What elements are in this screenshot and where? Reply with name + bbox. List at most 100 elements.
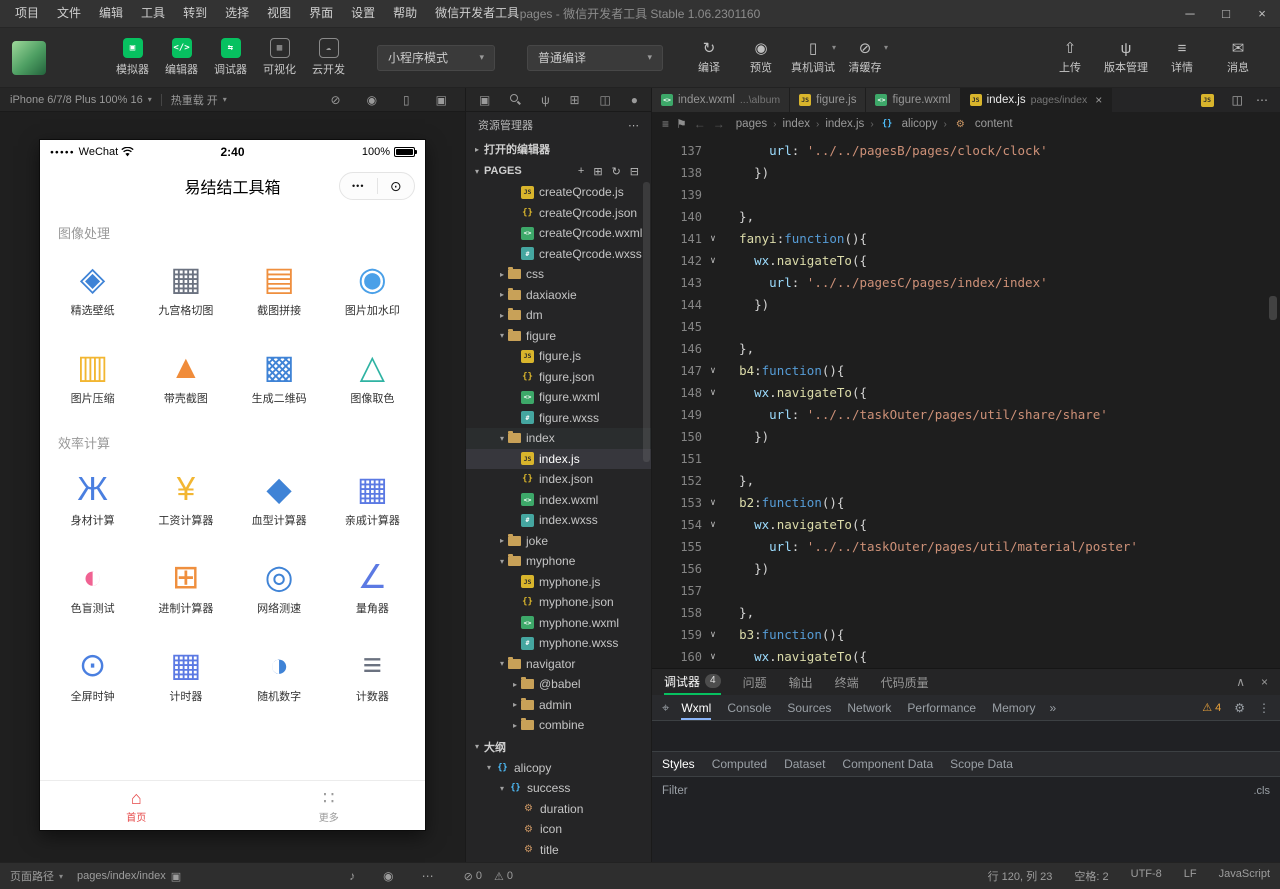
code-line[interactable]: 143 url: '../../pagesC/pages/index/index…: [652, 272, 1280, 294]
outline-item[interactable]: ▾{}alicopy: [466, 758, 651, 779]
toolbar-action-button[interactable]: ψ版本管理: [1100, 40, 1152, 75]
editor-tab[interactable]: <>figure.wxml: [866, 88, 960, 112]
close-button[interactable]: ×: [1244, 0, 1280, 27]
grid-item[interactable]: ◐色盲测试: [46, 542, 139, 630]
editor-scrollbar[interactable]: [1269, 296, 1277, 320]
code-line[interactable]: 148∨ wx.navigateTo({: [652, 382, 1280, 404]
toolbar-mode-button[interactable]: ☁云开发: [306, 38, 351, 77]
debugger-tab[interactable]: 代码质量: [881, 669, 929, 695]
device-select[interactable]: iPhone 6/7/8 Plus 100% 16 ▾: [10, 94, 152, 106]
devtools-tab[interactable]: Wxml: [681, 695, 711, 720]
problems-indicator[interactable]: ⊘ 0 ⚠ 0: [464, 870, 513, 883]
tree-file[interactable]: <>index.wxml: [466, 490, 651, 511]
grid-item[interactable]: Ж身材计算: [46, 454, 139, 542]
devtools-menu-icon[interactable]: ⋮: [1258, 701, 1270, 715]
tree-file[interactable]: #index.wxss: [466, 510, 651, 531]
menu-item[interactable]: 帮助: [384, 0, 426, 27]
fold-icon[interactable]: ∨: [702, 624, 724, 646]
explorer-scrollbar[interactable]: [643, 182, 650, 462]
menu-item[interactable]: 转到: [174, 0, 216, 27]
code-line[interactable]: 137 url: '../../pagesB/pages/clock/clock…: [652, 140, 1280, 162]
grid-item[interactable]: ◑随机数字: [233, 630, 326, 718]
grid-item[interactable]: ▤截图拼接: [233, 244, 326, 332]
grid-item[interactable]: ≡计数器: [326, 630, 419, 718]
editor-tab[interactable]: JSindex.jspages/index×: [961, 88, 1113, 112]
tree-folder[interactable]: ▸css: [466, 264, 651, 285]
grid-item[interactable]: ◈精选壁纸: [46, 244, 139, 332]
grid-item[interactable]: ▩生成二维码: [233, 332, 326, 420]
new-file-icon[interactable]: +: [578, 165, 584, 178]
grid-item[interactable]: ▲带壳截图: [139, 332, 232, 420]
grid-item[interactable]: ¥工资计算器: [139, 454, 232, 542]
code-line[interactable]: 154∨ wx.navigateTo({: [652, 514, 1280, 536]
collapse-panel-icon[interactable]: ∧: [1236, 675, 1245, 689]
styles-panel-tab[interactable]: Styles: [662, 757, 695, 771]
menu-item[interactable]: 选择: [216, 0, 258, 27]
extensions-icon[interactable]: ⊞: [570, 93, 580, 107]
styles-panel-tab[interactable]: Computed: [712, 757, 767, 771]
toolbar-action-button[interactable]: ✉消息: [1212, 40, 1264, 75]
tree-file[interactable]: JSmyphone.js: [466, 572, 651, 593]
forward-icon[interactable]: →: [713, 117, 725, 131]
debugger-tab[interactable]: 终端: [835, 669, 859, 695]
tree-file[interactable]: {}index.json: [466, 469, 651, 490]
new-folder-icon[interactable]: ⊞: [593, 165, 602, 178]
grid-item[interactable]: ▥图片压缩: [46, 332, 139, 420]
devtools-tab[interactable]: Network: [847, 695, 891, 720]
grid-item[interactable]: ◎网络测速: [233, 542, 326, 630]
breadcrumb-item[interactable]: index: [782, 118, 810, 130]
maximize-button[interactable]: □: [1208, 0, 1244, 27]
devtools-tab[interactable]: Performance: [907, 695, 976, 720]
fold-icon[interactable]: ∨: [702, 228, 724, 250]
grid-item[interactable]: ∠量角器: [326, 542, 419, 630]
code-line[interactable]: 153∨ b2:function(){: [652, 492, 1280, 514]
window-icon[interactable]: ◫: [599, 93, 610, 107]
tree-file[interactable]: #myphone.wxss: [466, 633, 651, 654]
warning-counter[interactable]: ⚠ 4: [1202, 701, 1221, 714]
record-icon[interactable]: ◉: [367, 93, 377, 107]
rotate-icon[interactable]: ▯: [403, 93, 410, 107]
capsule-more-button[interactable]: •••: [340, 181, 377, 191]
tree-folder[interactable]: ▸dm: [466, 305, 651, 326]
toolbar-action-button[interactable]: ▯真机调试▾: [787, 40, 839, 75]
status-item[interactable]: UTF-8: [1131, 868, 1162, 884]
grid-item[interactable]: ◆血型计算器: [233, 454, 326, 542]
files-icon[interactable]: ▣: [479, 93, 490, 107]
mute-icon[interactable]: ⊘: [331, 93, 341, 107]
code-line[interactable]: 140 },: [652, 206, 1280, 228]
code-line[interactable]: 141∨ fanyi:function(){: [652, 228, 1280, 250]
tree-folder[interactable]: ▾figure: [466, 326, 651, 347]
code-line[interactable]: 149 url: '../../taskOuter/pages/util/sha…: [652, 404, 1280, 426]
code-line[interactable]: 147∨ b4:function(){: [652, 360, 1280, 382]
toolbar-mode-button[interactable]: </>编辑器: [159, 38, 204, 77]
grid-item[interactable]: ◉图片加水印: [326, 244, 419, 332]
multi-window-icon[interactable]: ▣: [436, 93, 447, 107]
tree-folder[interactable]: ▾navigator: [466, 654, 651, 675]
tree-folder[interactable]: ▸admin: [466, 695, 651, 716]
grid-item[interactable]: ⊞进制计算器: [139, 542, 232, 630]
fold-icon[interactable]: ∨: [702, 360, 724, 382]
toolbar-action-button[interactable]: ⇧上传: [1044, 40, 1096, 75]
sound-icon[interactable]: ♪: [349, 869, 355, 883]
outline-item[interactable]: ▾{}success: [466, 778, 651, 799]
menu-item[interactable]: 项目: [6, 0, 48, 27]
cls-button[interactable]: .cls: [1254, 785, 1271, 797]
bookmark-icon[interactable]: ⚑: [676, 117, 687, 131]
close-tab-icon[interactable]: ×: [1095, 93, 1102, 107]
breadcrumb-item[interactable]: index.js: [825, 118, 864, 130]
debugger-tab[interactable]: 输出: [789, 669, 813, 695]
menu-item[interactable]: 编辑: [90, 0, 132, 27]
editor-more-icon[interactable]: ⋯: [1256, 93, 1268, 107]
theme-icon[interactable]: ●: [631, 93, 638, 107]
debugger-tab[interactable]: 问题: [743, 669, 767, 695]
grid-item[interactable]: ▦九宫格切图: [139, 244, 232, 332]
tree-file[interactable]: {}figure.json: [466, 367, 651, 388]
refresh-icon[interactable]: ↻: [612, 165, 621, 178]
tree-folder[interactable]: ▸combine: [466, 715, 651, 736]
status-item[interactable]: 行 120, 列 23: [988, 868, 1053, 884]
fold-icon[interactable]: ∨: [702, 382, 724, 404]
devtools-tab[interactable]: Sources: [787, 695, 831, 720]
outline-item[interactable]: ⚙duration: [466, 799, 651, 820]
tree-file[interactable]: JSindex.js: [466, 449, 651, 470]
back-icon[interactable]: ←: [694, 117, 706, 131]
